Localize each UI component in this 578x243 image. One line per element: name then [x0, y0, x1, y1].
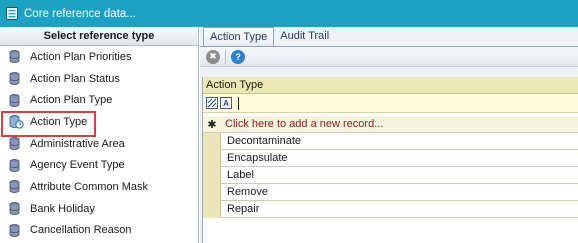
table-row[interactable]: Encapsulate — [203, 149, 578, 167]
database-icon — [9, 202, 20, 216]
filter-input[interactable] — [238, 96, 358, 110]
clear-filter-icon[interactable]: ✖ — [206, 49, 220, 64]
editor-panel: Action Type Audit Trail ✖ ? Action Type A… — [200, 27, 578, 243]
tab-strip: Action Type Audit Trail — [200, 27, 578, 47]
reference-item-label: Administrative Area — [30, 137, 125, 150]
reference-item[interactable]: Action Plan Priorities — [0, 46, 198, 68]
window-title: Core reference data... — [24, 7, 136, 20]
row-selector[interactable] — [203, 132, 221, 150]
filter-text-icon[interactable]: A — [220, 97, 232, 109]
reference-item[interactable]: Cancellation Reason — [0, 220, 198, 242]
data-grid: Action Type A ✱ Click here to add a new … — [202, 77, 578, 243]
reference-item[interactable]: Attribute Common Mask — [0, 176, 198, 198]
table-cell[interactable]: Encapsulate — [221, 150, 578, 167]
reference-item-label: Agency Event Type — [30, 159, 125, 172]
reference-type-header: Select reference type — [0, 27, 198, 46]
row-selector[interactable] — [203, 166, 221, 184]
table-row[interactable]: Decontaminate — [203, 132, 578, 150]
filter-operator-icon[interactable] — [206, 97, 218, 109]
row-selector[interactable] — [203, 200, 221, 218]
reference-item-label: Bank Holiday — [30, 202, 95, 215]
title-bar: Core reference data... — [0, 0, 578, 27]
reference-item[interactable]: Administrative Area — [0, 133, 198, 155]
toolbar-separator — [225, 49, 226, 64]
reference-type-panel: Select reference type Action Plan Priori… — [0, 27, 199, 243]
database-icon — [9, 223, 20, 237]
reference-item-label: Action Type — [30, 115, 88, 128]
database-refresh-icon — [9, 115, 24, 130]
reference-item-label: Cancellation Reason — [30, 224, 132, 237]
reference-item-label: Action Plan Type — [30, 94, 113, 107]
table-row[interactable]: Repair — [203, 200, 578, 218]
reference-item-label: Action Plan Priorities — [30, 50, 132, 63]
reference-item[interactable]: Action Plan Status — [0, 68, 198, 90]
table-cell[interactable]: Label — [221, 167, 578, 184]
help-icon[interactable]: ? — [231, 49, 245, 64]
reference-item-label: Action Plan Status — [30, 72, 120, 85]
filter-row: A — [203, 94, 578, 113]
column-header-action-type[interactable]: Action Type — [203, 77, 578, 94]
tab-action-type[interactable]: Action Type — [203, 27, 275, 46]
table-cell[interactable]: Remove — [221, 184, 578, 201]
add-new-record-row[interactable]: ✱ Click here to add a new record... — [203, 116, 578, 133]
row-selector[interactable] — [203, 183, 221, 201]
reference-type-list: Action Plan Priorities Action Plan Status… — [0, 46, 198, 241]
table-row[interactable]: Label — [203, 166, 578, 184]
database-icon — [9, 158, 20, 172]
reference-item[interactable]: Action Plan Type — [0, 89, 198, 111]
row-selector[interactable] — [203, 149, 221, 167]
database-icon — [9, 180, 20, 194]
table-cell[interactable]: Decontaminate — [221, 133, 578, 150]
reference-item[interactable]: Agency Event Type — [0, 154, 198, 176]
tab-audit-trail[interactable]: Audit Trail — [274, 27, 335, 46]
table-row[interactable]: Remove — [203, 183, 578, 201]
reference-item[interactable]: Bank Holiday — [0, 198, 198, 220]
table-cell[interactable]: Repair — [221, 201, 578, 218]
grid-rows: Decontaminate Encapsulate Label Remove Repai… — [203, 132, 578, 218]
reference-item-label: Attribute Common Mask — [30, 180, 148, 193]
add-record-label: Click here to add a new record... — [225, 118, 384, 130]
grid-toolbar: ✖ ? — [200, 47, 578, 67]
reference-item[interactable]: Action Type — [0, 111, 198, 137]
database-icon — [9, 137, 20, 150]
new-record-icon: ✱ — [207, 118, 217, 131]
app-icon — [6, 7, 18, 20]
database-icon — [9, 93, 20, 107]
database-icon — [9, 72, 20, 85]
database-icon — [9, 50, 20, 64]
